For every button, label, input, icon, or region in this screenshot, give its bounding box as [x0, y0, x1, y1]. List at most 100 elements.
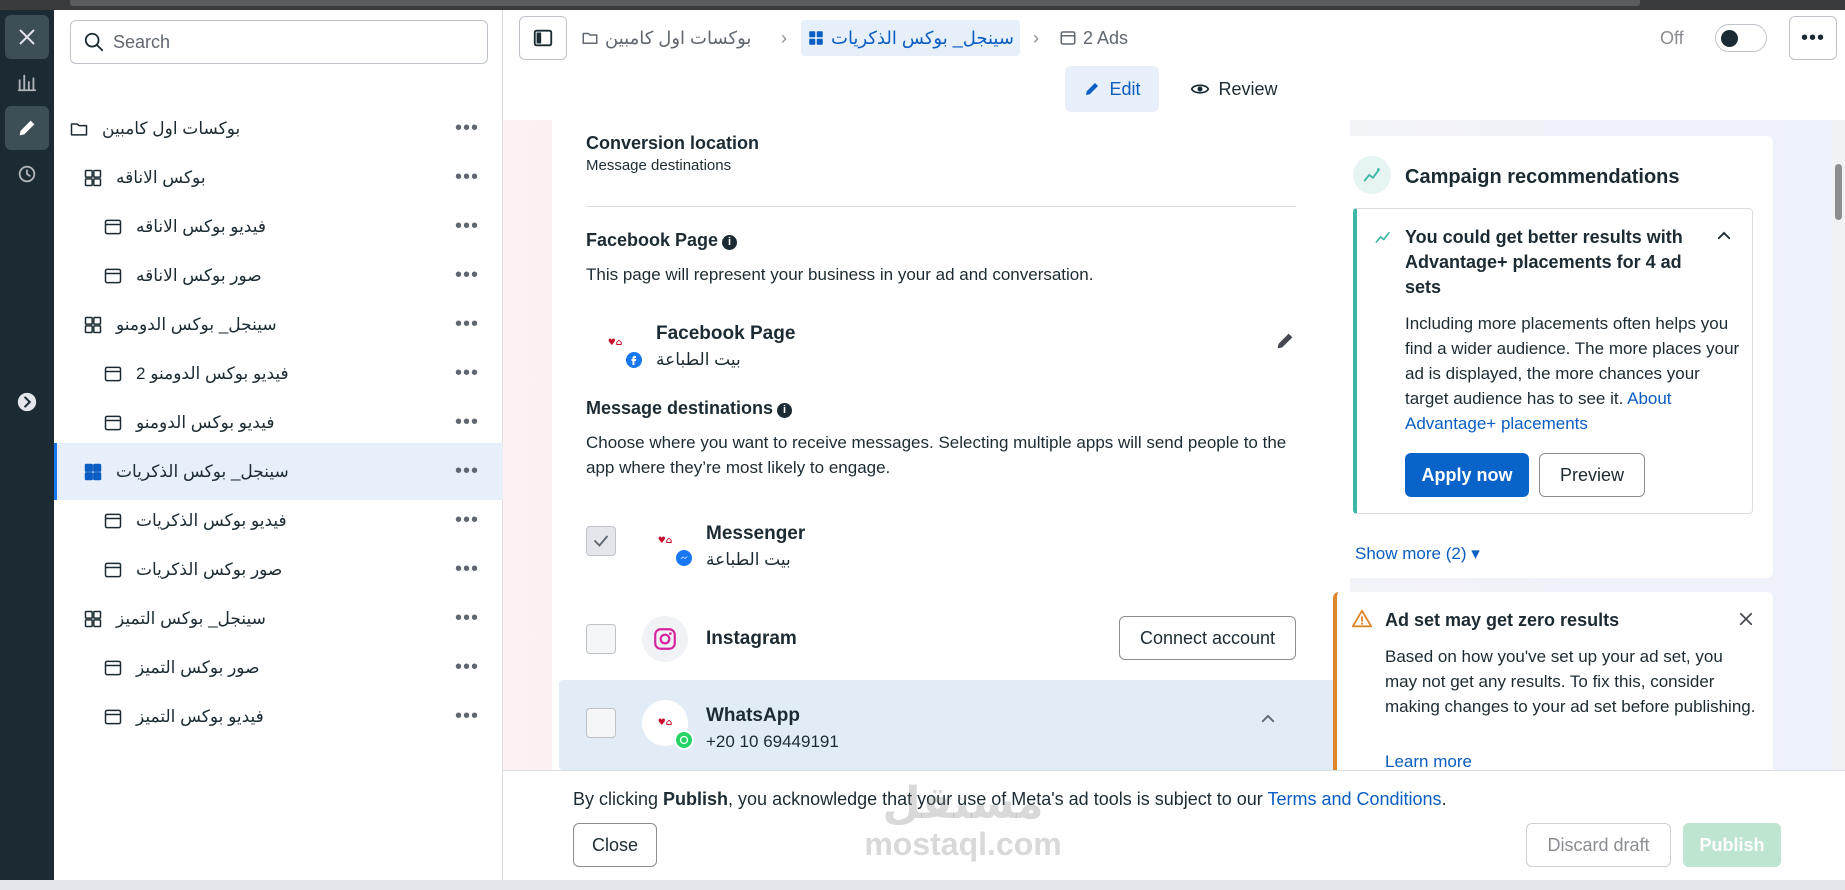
- page-card-title: Facebook Page: [656, 323, 796, 344]
- apply-now-button[interactable]: Apply now: [1405, 453, 1529, 497]
- ad-icon: [102, 265, 124, 287]
- discard-draft-button[interactable]: Discard draft: [1526, 823, 1671, 867]
- breadcrumb-ads-label: 2 Ads: [1083, 27, 1129, 48]
- tree-item-label: فيديو بوكس الاناقه: [136, 216, 266, 236]
- close-icon: [19, 29, 35, 45]
- show-more-link[interactable]: Show more (2) ▾: [1355, 544, 1480, 564]
- preview-button[interactable]: Preview: [1539, 453, 1645, 497]
- close-rail-button[interactable]: [5, 15, 49, 59]
- legal-mid: , you acknowledge that your use of Meta'…: [728, 789, 1268, 809]
- facebook-page-section-title: Facebook Page i: [586, 230, 738, 251]
- info-icon[interactable]: i: [777, 402, 793, 418]
- terms-link[interactable]: Terms and Conditions: [1267, 789, 1441, 809]
- breadcrumb-campaign[interactable]: بوكسات اول كامبين: [581, 20, 751, 56]
- ad-icon: [102, 216, 124, 238]
- review-tab[interactable]: Review: [1179, 66, 1289, 112]
- warning-body: Based on how you've set up your ad set, …: [1385, 647, 1756, 716]
- edit-tab[interactable]: Edit: [1065, 66, 1159, 112]
- tree-item-label: سينجل_ بوكس الدومنو: [116, 314, 277, 334]
- close-button[interactable]: Close: [573, 823, 657, 867]
- breadcrumb-ads[interactable]: 2 Ads: [1059, 20, 1128, 56]
- row-more-button[interactable]: •••: [455, 167, 479, 187]
- whatsapp-collapse-button[interactable]: [1259, 710, 1277, 733]
- tree-item-label: صور بوكس الذكريات: [136, 559, 283, 579]
- search-box[interactable]: [70, 20, 488, 64]
- left-icon-rail: [0, 10, 54, 880]
- collapse-recommendation-button[interactable]: [1715, 227, 1733, 250]
- breadcrumb-adset[interactable]: سينجل_ بوكس الذكريات: [801, 20, 1020, 56]
- pencil-icon: [19, 120, 35, 136]
- publish-button[interactable]: Publish: [1683, 823, 1781, 867]
- search-input[interactable]: [113, 31, 473, 53]
- page-logo-icon: ♥⌂: [607, 338, 623, 348]
- adset-grid-icon: [82, 608, 104, 630]
- status-toggle[interactable]: [1715, 24, 1767, 52]
- row-more-button[interactable]: •••: [455, 657, 479, 677]
- browser-top-strip: [0, 0, 1845, 10]
- message-destinations-title: Message destinations i: [586, 398, 793, 419]
- ad-icon: [102, 510, 124, 532]
- recommendations-title: Campaign recommendations: [1405, 166, 1680, 188]
- folder-icon: [68, 118, 90, 140]
- dismiss-warning-button[interactable]: [1737, 610, 1755, 633]
- expand-rail-button[interactable]: [5, 380, 49, 424]
- row-more-button[interactable]: •••: [455, 265, 479, 285]
- row-more-button[interactable]: •••: [455, 461, 479, 481]
- recommendation-body-text: Including more placements often helps yo…: [1405, 314, 1740, 408]
- tree-item-label: فيديو بوكس التميز: [136, 706, 264, 726]
- clock-icon: [18, 165, 36, 183]
- instagram-avatar: [642, 616, 688, 662]
- row-more-button[interactable]: •••: [455, 559, 479, 579]
- edit-page-button[interactable]: [1274, 330, 1296, 357]
- whatsapp-checkbox[interactable]: [586, 708, 616, 738]
- warning-title: Ad set may get zero results: [1385, 610, 1620, 630]
- row-more-button[interactable]: •••: [455, 363, 479, 383]
- page-card-name: بيت الطباعة: [656, 350, 741, 369]
- row-more-button[interactable]: •••: [455, 412, 479, 432]
- tree-item-ad[interactable]: فيديو بوكس التميز •••: [54, 688, 503, 745]
- page-logo-icon: ♥⌂: [657, 718, 673, 728]
- content-scrollbar[interactable]: [1832, 120, 1845, 770]
- row-more-button[interactable]: •••: [455, 314, 479, 334]
- status-toggle-label: Off: [1660, 28, 1684, 48]
- info-icon[interactable]: i: [722, 234, 738, 250]
- history-button[interactable]: [5, 152, 49, 196]
- watermark-latin: mostaql.com: [864, 826, 1062, 862]
- row-more-button[interactable]: •••: [455, 706, 479, 726]
- adset-grid-icon: [809, 31, 823, 45]
- scrollbar-thumb[interactable]: [1835, 164, 1842, 220]
- connect-account-button[interactable]: Connect account: [1119, 616, 1296, 660]
- sidebar-toggle-button[interactable]: [519, 16, 567, 60]
- conversion-location-title: Conversion location: [586, 133, 760, 153]
- zero-results-warning: Ad set may get zero results Based on how…: [1333, 592, 1773, 770]
- bottom-strip: [0, 880, 1845, 890]
- trend-icon: [1373, 227, 1393, 252]
- caret-down-icon: ▾: [1471, 544, 1480, 563]
- adset-grid-icon: [82, 167, 104, 189]
- reporting-button[interactable]: [5, 60, 49, 104]
- facebook-page-section-label: Facebook Page: [586, 230, 719, 250]
- bar-chart-icon: [17, 74, 37, 92]
- pencil-icon: [1086, 83, 1099, 95]
- messenger-name: Messenger: [706, 523, 806, 544]
- learn-more-link[interactable]: Learn more: [1385, 752, 1472, 770]
- tree-item-label: بوكس الاناقه: [116, 167, 206, 187]
- close-icon: [1739, 612, 1753, 626]
- row-more-button[interactable]: •••: [455, 216, 479, 236]
- whatsapp-detail: +20 10 69449191: [706, 732, 839, 751]
- tree-item-label: فيديو بوكس الدومنو: [136, 412, 275, 432]
- whatsapp-row[interactable]: ♥⌂ WhatsApp +20 10 69449191: [559, 680, 1344, 770]
- adset-grid-icon: [82, 314, 104, 336]
- row-more-button[interactable]: •••: [455, 510, 479, 530]
- row-more-button[interactable]: •••: [455, 118, 479, 138]
- edit-mode-button[interactable]: [5, 106, 49, 150]
- whatsapp-badge-icon: [674, 730, 694, 750]
- adset-form: Conversion location Message destinations…: [552, 120, 1350, 770]
- row-more-button[interactable]: •••: [455, 608, 479, 628]
- messenger-checkbox[interactable]: [586, 526, 616, 556]
- messenger-detail: بيت الطباعة: [706, 550, 791, 569]
- instagram-checkbox[interactable]: [586, 624, 616, 654]
- review-tab-label: Review: [1218, 78, 1278, 99]
- chevron-up-icon: [1261, 714, 1275, 723]
- more-options-button[interactable]: •••: [1789, 16, 1837, 60]
